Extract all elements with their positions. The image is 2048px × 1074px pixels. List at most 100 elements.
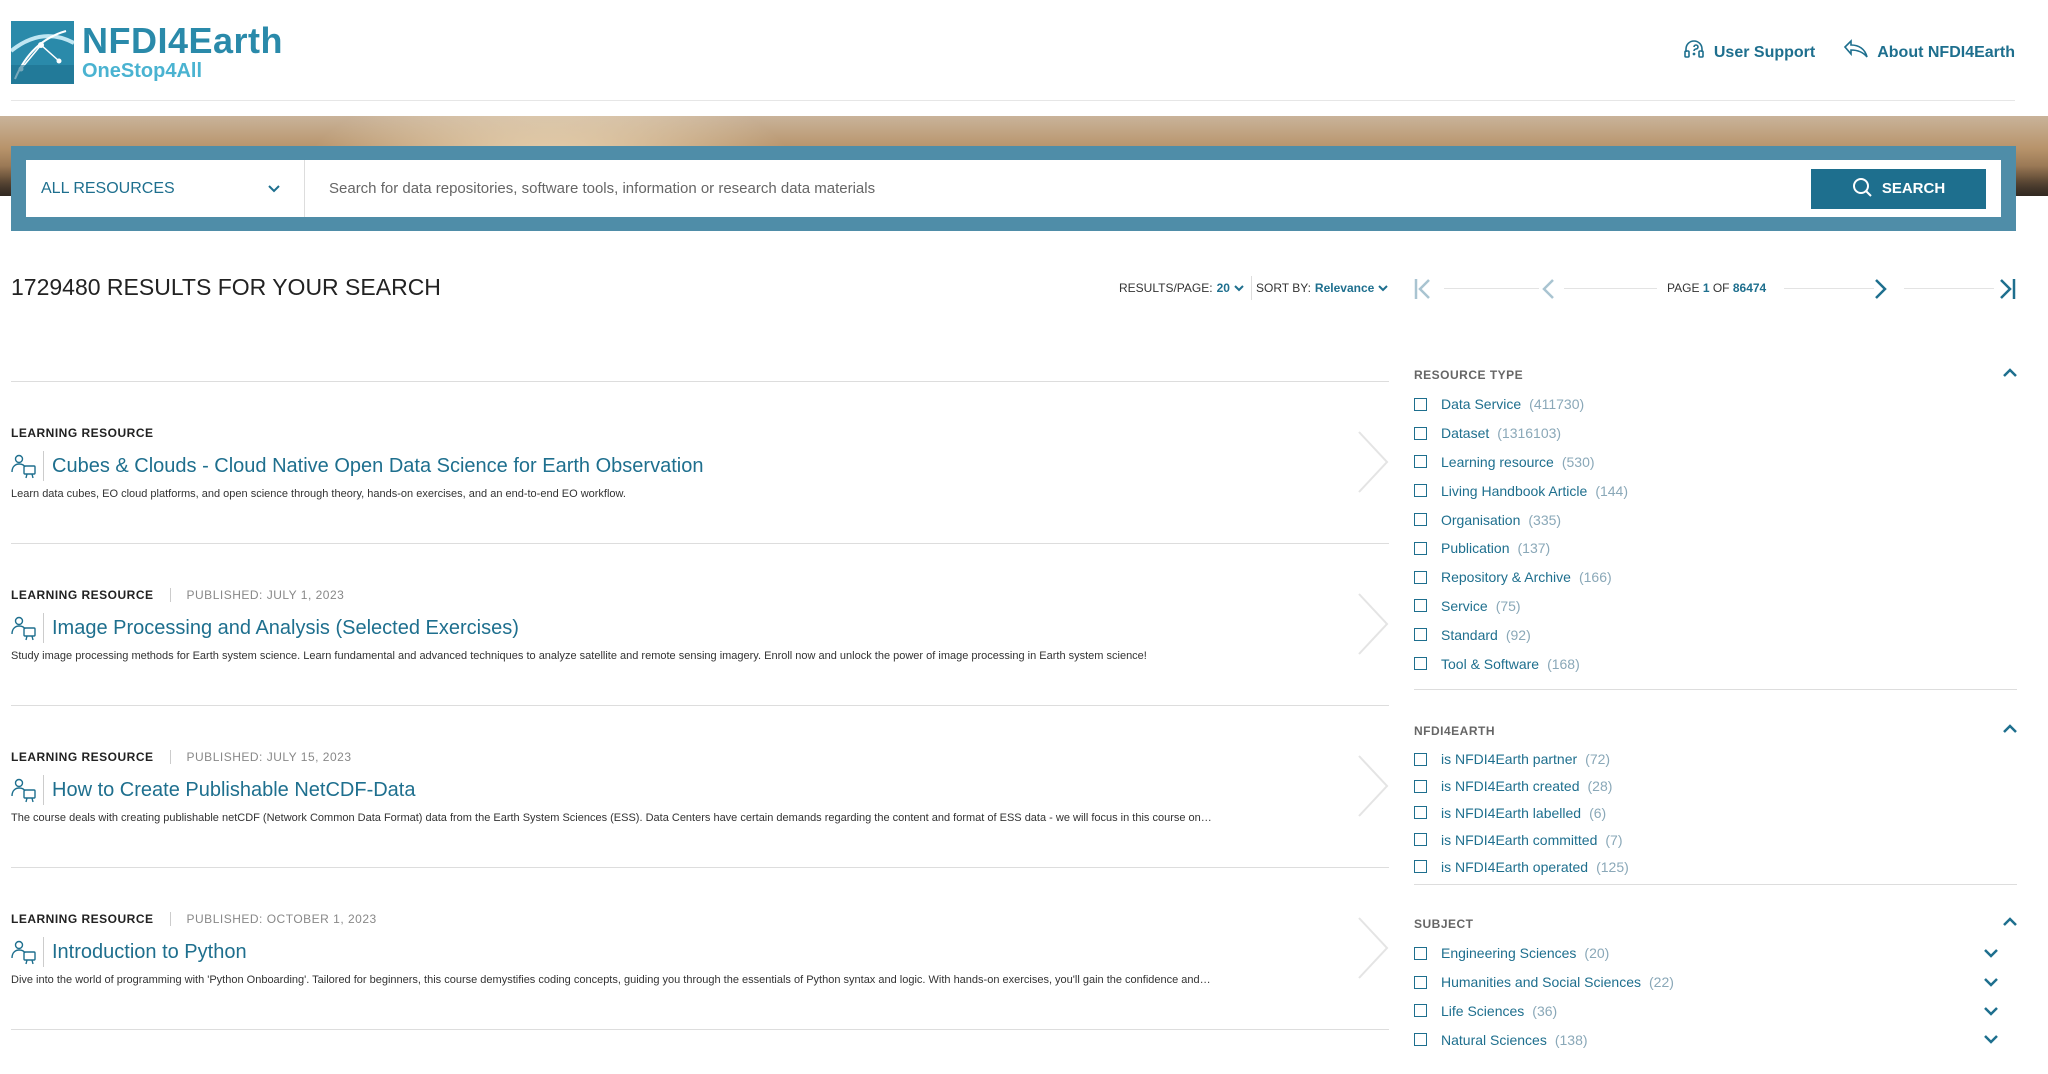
chevron-up-icon[interactable] [2003, 916, 2017, 930]
facet-title: RESOURCE TYPE [1414, 368, 1524, 382]
checkbox[interactable] [1414, 975, 1427, 989]
search-button[interactable]: SEARCH [1811, 168, 1986, 209]
site-logo[interactable]: NFDI4Earth OneStop4All [9, 17, 283, 87]
sort-by-value: Relevance [1314, 281, 1375, 295]
page-of-label: OF [1712, 281, 1730, 295]
search-icon [1852, 177, 1872, 201]
facet-option[interactable]: is NFDI4Earth committed (7) [1414, 826, 2017, 853]
last-page-icon[interactable] [1998, 278, 2016, 305]
facet-option[interactable]: is NFDI4Earth labelled (6) [1414, 800, 2017, 827]
site-header: NFDI4Earth OneStop4All User Support Abou… [0, 0, 2048, 102]
chevron-up-icon[interactable] [2003, 723, 2017, 737]
facet-option[interactable]: Data Service (411730) [1414, 390, 2017, 419]
results-count: 1729480 RESULTS FOR YOUR SEARCH [11, 274, 441, 300]
learning-resource-icon [11, 937, 44, 967]
about-link[interactable]: About NFDI4Earth [1843, 39, 2015, 66]
result-description: Study image processing methods for Earth… [11, 650, 1147, 662]
published-date: PUBLISHED: JULY 1, 2023 [169, 588, 345, 602]
previous-page-icon[interactable] [1541, 278, 1555, 305]
search-input[interactable] [305, 160, 1811, 217]
next-page-icon[interactable] [1874, 278, 1888, 305]
checkbox[interactable] [1414, 570, 1427, 584]
chevron-right-icon[interactable] [1357, 430, 1389, 499]
resource-type-tag: LEARNING RESOURCE [11, 912, 154, 926]
facet-option[interactable]: Service (75) [1414, 592, 2017, 621]
result-title-link[interactable]: How to Create Publishable NetCDF-Data [52, 779, 416, 802]
checkbox[interactable] [1414, 946, 1427, 960]
result-title-link[interactable]: Cubes & Clouds - Cloud Native Open Data … [52, 455, 703, 478]
checkbox[interactable] [1414, 397, 1427, 411]
facet-option[interactable]: Tool & Software (168) [1414, 649, 2017, 678]
chevron-right-icon[interactable] [1357, 916, 1389, 985]
checkbox[interactable] [1414, 628, 1427, 642]
facet-option-label: Living Handbook Article [1441, 482, 1588, 499]
checkbox[interactable] [1414, 1033, 1427, 1047]
result-description: The course deals with creating publishab… [11, 812, 1212, 824]
chevron-right-icon[interactable] [1357, 592, 1389, 661]
facet-option[interactable]: is NFDI4Earth created (28) [1414, 773, 2017, 800]
pagination-track [1444, 288, 1539, 289]
facet-option[interactable]: Publication (137) [1414, 534, 2017, 563]
facet-option-count: (92) [1505, 626, 1531, 643]
facet-option-count: (72) [1585, 751, 1611, 768]
checkbox[interactable] [1414, 541, 1427, 555]
checkbox[interactable] [1414, 860, 1427, 874]
chevron-down-icon[interactable] [1984, 974, 1998, 990]
checkbox[interactable] [1414, 426, 1427, 440]
facet-option[interactable]: Organisation (335) [1414, 505, 2017, 534]
result-item[interactable]: LEARNING RESOURCE PUBLISHED: OCTOBER 1, … [11, 867, 1389, 1029]
chevron-down-icon[interactable] [1984, 945, 1998, 961]
checkbox[interactable] [1414, 1004, 1427, 1018]
facet-option-count: (530) [1561, 453, 1595, 470]
checkbox[interactable] [1414, 484, 1427, 498]
sort-by[interactable]: SORT BY: Relevance [1256, 281, 1389, 295]
facet-option-label: Standard [1441, 626, 1498, 643]
pagination-track [1784, 288, 1874, 289]
result-item[interactable]: LEARNING RESOURCE Cubes & Clouds - Cloud… [11, 381, 1389, 543]
chevron-right-icon[interactable] [1357, 754, 1389, 823]
checkbox[interactable] [1414, 455, 1427, 469]
facet-option[interactable]: Natural Sciences (138) [1414, 1025, 2017, 1054]
facet-option[interactable]: Standard (92) [1414, 620, 2017, 649]
facet-subject: SUBJECT Engineering Sciences (20) Humanit… [1414, 885, 2017, 1074]
checkbox[interactable] [1414, 779, 1427, 793]
facet-option[interactable]: Humanities and Social Sciences (22) [1414, 968, 2017, 997]
result-title-link[interactable]: Image Processing and Analysis (Selected … [52, 617, 519, 640]
facet-option[interactable]: Dataset (1316103) [1414, 419, 2017, 448]
checkbox[interactable] [1414, 657, 1427, 671]
checkbox[interactable] [1414, 752, 1427, 766]
facet-option-count: (125) [1596, 858, 1629, 875]
facet-option[interactable]: Living Handbook Article (144) [1414, 476, 2017, 505]
brand-name: NFDI4Earth [82, 20, 284, 61]
facet-option[interactable]: Repository & Archive (166) [1414, 563, 2017, 592]
user-support-link[interactable]: User Support [1682, 38, 1815, 67]
checkbox[interactable] [1414, 599, 1427, 613]
facet-option-label: is NFDI4Earth committed [1441, 831, 1598, 848]
facet-option[interactable]: Engineering Sciences (20) [1414, 939, 2017, 968]
resource-scope-select[interactable]: ALL RESOURCES [26, 160, 305, 217]
facet-option-count: (335) [1528, 511, 1562, 528]
pagination-track [1904, 288, 1994, 289]
chevron-down-icon[interactable] [1984, 1031, 1998, 1047]
header-nav: User Support About NFDI4Earth [1682, 38, 2015, 67]
facet-option-label: Dataset [1441, 425, 1490, 442]
first-page-icon[interactable] [1414, 278, 1432, 305]
facet-option[interactable]: Learning resource (530) [1414, 448, 2017, 477]
chevron-down-icon[interactable] [1984, 1003, 1998, 1019]
search-button-label: SEARCH [1881, 180, 1946, 197]
facet-option[interactable]: Life Sciences (36) [1414, 997, 2017, 1026]
facet-option[interactable]: is NFDI4Earth operated (125) [1414, 853, 2017, 880]
facet-option-label: is NFDI4Earth operated [1441, 858, 1589, 875]
checkbox[interactable] [1414, 513, 1427, 527]
facet-option-label: Publication [1441, 540, 1510, 557]
chevron-up-icon[interactable] [2003, 367, 2017, 381]
checkbox[interactable] [1414, 806, 1427, 820]
checkbox[interactable] [1414, 833, 1427, 847]
facet-option[interactable]: is NFDI4Earth partner (72) [1414, 746, 2017, 773]
facet-option-count: (411730) [1529, 396, 1585, 413]
results-per-page[interactable]: RESULTS/PAGE: 20 [1119, 281, 1244, 295]
result-title-link[interactable]: Introduction to Python [52, 941, 247, 964]
result-item[interactable]: LEARNING RESOURCE PUBLISHED: JULY 15, 20… [11, 705, 1389, 867]
result-item[interactable]: LEARNING RESOURCE PUBLISHED: JULY 1, 202… [11, 543, 1389, 705]
facet-option-count: (166) [1578, 569, 1612, 586]
